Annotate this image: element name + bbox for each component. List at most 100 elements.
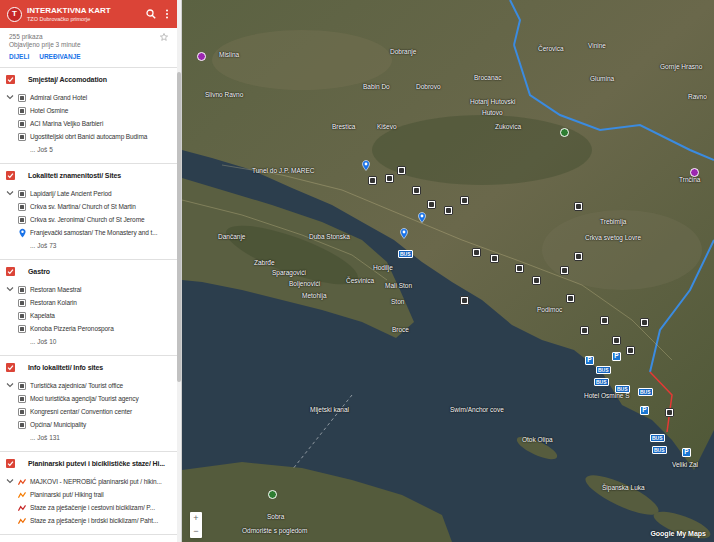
more-link[interactable]: ... Još 10: [30, 338, 56, 346]
bus-stop-pin[interactable]: BUS: [596, 366, 611, 374]
layer-item[interactable]: Crkva sv. Martina/ Church of St Martin: [18, 200, 171, 213]
layer-item-label[interactable]: Ugostiteljski obrt Banići autocamp Budim…: [30, 133, 171, 141]
green-poi-icon[interactable]: [268, 490, 277, 499]
layer-item-label[interactable]: Staze za pješačenje i cestovni bicikliza…: [30, 504, 171, 512]
layer-item-label[interactable]: Turistička zajednica/ Tourist office: [30, 382, 171, 390]
layer-item[interactable]: Kongresni centar/ Convention center: [18, 405, 171, 418]
marker-pin-icon[interactable]: [400, 228, 408, 239]
layer-title[interactable]: Gastro: [28, 267, 171, 276]
layer-item-label[interactable]: Konoba Pizzeria Peronospora: [30, 325, 171, 333]
layer-item[interactable]: Crkva sv. Jeronima/ Church of St Jerome: [18, 213, 171, 226]
parking-pin[interactable]: P: [640, 406, 649, 415]
layer-item-label[interactable]: Moci turistička agencija/ Tourist agency: [30, 395, 171, 403]
chevron-icon[interactable]: [6, 91, 16, 156]
layer-checkbox[interactable]: [6, 267, 15, 276]
layer-item-label[interactable]: MAJKOVI - NEPROBIĆ planinarski put / hik…: [30, 478, 171, 486]
star-icon[interactable]: [160, 33, 168, 41]
zoom-out-button[interactable]: −: [190, 525, 202, 538]
layer-title[interactable]: Info lokaliteti/ Info sites: [28, 363, 171, 372]
parking-pin[interactable]: P: [585, 356, 594, 365]
layer-item[interactable]: Turistička zajednica/ Tourist office: [18, 379, 171, 392]
search-icon[interactable]: [146, 9, 156, 19]
layer-item-label[interactable]: Restoran Maestral: [30, 286, 171, 294]
marker-pin-icon[interactable]: [418, 212, 426, 223]
place-icon[interactable]: [490, 254, 499, 263]
map[interactable]: MislinaDobranjeČerovicaVinineGornje Hras…: [182, 0, 714, 542]
place-icon[interactable]: [574, 202, 583, 211]
layer-checkbox[interactable]: [6, 459, 15, 468]
layer-item[interactable]: Restoran Kolarin: [18, 296, 171, 309]
action-button[interactable]: UREĐIVANJE: [39, 53, 80, 61]
map-avatar[interactable]: T: [7, 7, 22, 22]
layer-checkbox[interactable]: [6, 171, 15, 180]
layer-item[interactable]: Hotel Osmine: [18, 104, 171, 117]
parking-pin[interactable]: P: [682, 448, 691, 457]
scrollbar-thumb[interactable]: [177, 72, 181, 382]
place-icon[interactable]: [385, 174, 394, 183]
place-icon[interactable]: [472, 248, 481, 257]
bus-stop-pin[interactable]: BUS: [650, 434, 665, 442]
layer-item[interactable]: Lapidarij/ Late Ancient Period: [18, 187, 171, 200]
place-icon[interactable]: [460, 196, 469, 205]
place-icon[interactable]: [574, 252, 583, 261]
place-icon[interactable]: [427, 200, 436, 209]
place-icon[interactable]: [368, 176, 377, 185]
place-icon[interactable]: [665, 408, 674, 417]
layer-item-label[interactable]: Franjevački samostan/ The Monastery and …: [30, 229, 171, 237]
layer-item[interactable]: Općina/ Municipality: [18, 418, 171, 431]
place-icon[interactable]: [626, 346, 635, 355]
layer-checkbox[interactable]: [6, 75, 15, 84]
layer-item-label[interactable]: Staze za pješačenje i brdski biciklizam/…: [30, 517, 171, 525]
poi-icon[interactable]: [197, 52, 206, 61]
more-row[interactable]: ... Još 5: [18, 143, 171, 156]
layer-item[interactable]: Staze za pješačenje i cestovni bicikliza…: [18, 501, 171, 514]
action-button[interactable]: DIJELI: [9, 53, 29, 61]
place-icon[interactable]: [397, 166, 406, 175]
marker-pin-icon[interactable]: [362, 160, 370, 171]
layer-item-label[interactable]: Lapidarij/ Late Ancient Period: [30, 190, 171, 198]
layer-item-label[interactable]: Crkva sv. Jeronima/ Church of St Jerome: [30, 216, 171, 224]
bus-stop-pin[interactable]: BUS: [652, 446, 667, 454]
more-link[interactable]: ... Još 5: [30, 146, 53, 154]
place-icon[interactable]: [580, 326, 589, 335]
bus-stop-pin[interactable]: BUS: [398, 250, 413, 258]
scrollbar[interactable]: [177, 0, 181, 542]
place-icon[interactable]: [444, 206, 453, 215]
layer-item-label[interactable]: Planinarski put/ Hiking trail: [30, 491, 171, 499]
layer-item[interactable]: Franjevački samostan/ The Monastery and …: [18, 226, 171, 239]
layer-item-label[interactable]: Kongresni centar/ Convention center: [30, 408, 171, 416]
layer-item[interactable]: Planinarski put/ Hiking trail: [18, 488, 171, 501]
layer-item-label[interactable]: Restoran Kolarin: [30, 299, 171, 307]
zoom-in-button[interactable]: +: [190, 512, 202, 525]
place-icon[interactable]: [612, 336, 621, 345]
chevron-icon[interactable]: [6, 475, 16, 527]
layer-item[interactable]: Ugostiteljski obrt Banići autocamp Budim…: [18, 130, 171, 143]
layer-item[interactable]: Restoran Maestral: [18, 283, 171, 296]
layer-title[interactable]: Smještaj/ Accomodation: [28, 75, 171, 84]
more-row[interactable]: ... Još 10: [18, 335, 171, 348]
more-link[interactable]: ... Još 73: [30, 242, 56, 250]
bus-stop-pin[interactable]: BUS: [615, 385, 630, 393]
bus-stop-pin[interactable]: BUS: [594, 378, 609, 386]
layer-item[interactable]: Kapelata: [18, 309, 171, 322]
layer-title[interactable]: Planinarski putevi i biciklističke staze…: [28, 459, 171, 468]
place-icon[interactable]: [560, 266, 569, 275]
layer-item[interactable]: Staze za pješačenje i brdski biciklizam/…: [18, 514, 171, 527]
layer-item-label[interactable]: Crkva sv. Martina/ Church of St Martin: [30, 203, 171, 211]
more-link[interactable]: ... Još 131: [30, 434, 60, 442]
layer-item[interactable]: ACI Marina Veljko Barbieri: [18, 117, 171, 130]
layer-item[interactable]: Moci turistička agencija/ Tourist agency: [18, 392, 171, 405]
green-poi-icon[interactable]: [560, 128, 569, 137]
more-row[interactable]: ... Još 131: [18, 431, 171, 444]
layer-item[interactable]: Konoba Pizzeria Peronospora: [18, 322, 171, 335]
layer-item[interactable]: Admiral Grand Hotel: [18, 91, 171, 104]
place-icon[interactable]: [412, 186, 421, 195]
place-icon[interactable]: [515, 264, 524, 273]
place-icon[interactable]: [640, 318, 649, 327]
layer-title[interactable]: Lokaliteti znamenitosti/ Sites: [28, 171, 171, 180]
layer-item-label[interactable]: Hotel Osmine: [30, 107, 171, 115]
chevron-icon[interactable]: [6, 187, 16, 252]
place-icon[interactable]: [600, 316, 609, 325]
layer-item[interactable]: MAJKOVI - NEPROBIĆ planinarski put / hik…: [18, 475, 171, 488]
more-row[interactable]: ... Još 73: [18, 239, 171, 252]
